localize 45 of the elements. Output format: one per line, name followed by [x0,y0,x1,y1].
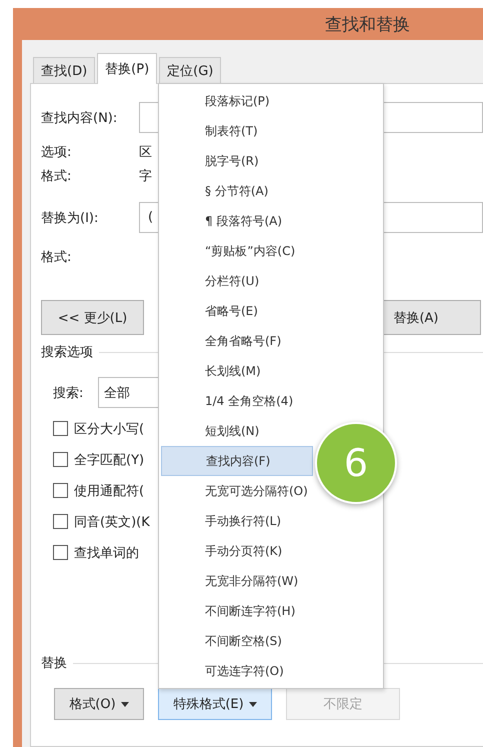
window-title: 查找和替换 [325,14,410,36]
checkbox-label: 区分大小写( [74,420,144,438]
section-title: 替换 [41,655,67,672]
menu-item[interactable]: 省略号(E) [161,296,313,326]
checkbox-label: 全字匹配(Y) [74,452,144,468]
options-label: 选项: [41,144,72,161]
menu-item[interactable]: 可选连字符(O) [161,656,313,686]
format-button[interactable]: 特殊格式(E) [158,688,272,720]
options-value: 区 [139,144,152,161]
checkbox[interactable] [53,483,68,498]
menu-item[interactable]: 手动换行符(L) [161,506,313,536]
checkbox-label: 查找单词的 [74,544,139,562]
menu-item[interactable]: 不间断空格(S) [161,626,313,656]
checkbox-label: 使用通配符( [74,482,144,500]
section-title: 搜索选项 [41,344,93,361]
menu-item[interactable]: 段落标记(P) [161,86,313,116]
menu-item[interactable]: 手动分页符(K) [161,536,313,566]
format-label: 格式: [41,249,72,266]
format-label: 格式: [41,168,72,185]
menu-item[interactable]: ¶ 段落符号(A) [161,206,313,236]
menu-item[interactable]: 无宽非分隔符(W) [161,566,313,596]
search-label: 搜索: [53,384,84,402]
tab[interactable]: 查找(D) [33,57,96,83]
menu-item[interactable]: 无宽可选分隔符(O) [161,476,313,506]
checkbox[interactable] [53,514,68,529]
checkbox[interactable] [53,545,68,560]
menu-item[interactable]: 全角省略号(F) [161,326,313,356]
menu-item[interactable]: 脱字号(R) [161,146,313,176]
menu-item[interactable]: § 分节符(A) [161,176,313,206]
tab[interactable]: 定位(G) [159,57,222,83]
menu-item[interactable]: 制表符(T) [161,116,313,146]
menu-item[interactable]: “剪贴板”内容(C) [161,236,313,266]
tab[interactable]: 替换(P) [97,53,158,84]
checkbox[interactable] [53,421,68,436]
less-button[interactable]: << 更少(L) [41,300,144,335]
field-label: 查找内容(N): [41,110,118,126]
menu-item[interactable]: 短划线(N) [161,416,313,446]
format-button[interactable]: 格式(O) [54,688,144,720]
format-value: 字 [139,168,152,185]
checkbox-label: 同音(英文)(K [74,514,150,530]
menu-item[interactable]: 不间断连字符(H) [161,596,313,626]
field-label: 替换为(I): [41,210,100,226]
checkbox[interactable] [53,452,68,467]
menu-item[interactable]: 分栏符(U) [161,266,313,296]
menu-item[interactable]: 查找内容(F) [161,446,313,476]
